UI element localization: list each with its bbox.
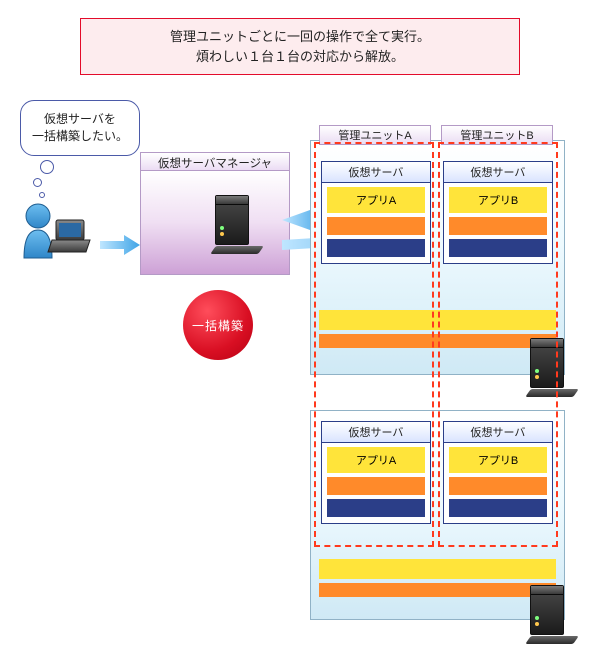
management-unit-a-label: 管理ユニットA	[319, 125, 431, 145]
management-unit-b-label: 管理ユニットB	[441, 125, 553, 145]
middleware-layer	[449, 477, 547, 495]
server-rack-icon	[215, 195, 255, 250]
arrow-right-icon	[100, 233, 140, 257]
physical-host-1: 管理ユニットA 管理ユニットB 仮想サーバ アプリA 仮想サーバ アプリB	[310, 140, 565, 375]
server-rack-icon	[530, 585, 570, 640]
server-rack-icon	[530, 338, 570, 393]
middleware-layer	[449, 217, 547, 235]
app-layer: アプリA	[327, 187, 425, 213]
physical-host-2: 仮想サーバ アプリA 仮想サーバ アプリB	[310, 410, 565, 620]
thought-line-2: 一括構築したい。	[32, 129, 128, 143]
summary-line-1: 管理ユニットごとに一回の操作で全て実行。	[170, 29, 430, 44]
app-layer: アプリA	[327, 447, 425, 473]
virtual-server-card: 仮想サーバ アプリB	[443, 161, 553, 264]
user-with-laptop-icon	[12, 198, 92, 268]
virtual-server-header: 仮想サーバ	[322, 162, 430, 183]
virtual-server-card: 仮想サーバ アプリA	[321, 421, 431, 524]
summary-banner: 管理ユニットごとに一回の操作で全て実行。 煩わしい１台１台の対応から解放。	[80, 18, 520, 75]
host-storage-layer	[319, 334, 556, 348]
os-layer	[449, 239, 547, 257]
virtual-server-header: 仮想サーバ	[444, 422, 552, 443]
virtual-server-header: 仮想サーバ	[322, 422, 430, 443]
bulk-build-badge: 一括構築	[183, 290, 253, 360]
os-layer	[327, 499, 425, 517]
host-storage-layer	[319, 559, 556, 579]
middleware-layer	[327, 477, 425, 495]
thought-line-1: 仮想サーバを	[44, 112, 116, 126]
thought-dot-icon	[40, 160, 54, 174]
thought-bubble: 仮想サーバを 一括構築したい。	[20, 100, 140, 156]
host-storage-layer	[319, 583, 556, 597]
app-layer: アプリB	[449, 447, 547, 473]
host-storage-layer	[319, 310, 556, 330]
middleware-layer	[327, 217, 425, 235]
thought-dot-icon	[33, 178, 42, 187]
virtual-server-card: 仮想サーバ アプリB	[443, 421, 553, 524]
app-layer: アプリB	[449, 187, 547, 213]
virtual-server-card: 仮想サーバ アプリA	[321, 161, 431, 264]
virtual-server-header: 仮想サーバ	[444, 162, 552, 183]
os-layer	[449, 499, 547, 517]
os-layer	[327, 239, 425, 257]
summary-line-2: 煩わしい１台１台の対応から解放。	[196, 49, 404, 64]
